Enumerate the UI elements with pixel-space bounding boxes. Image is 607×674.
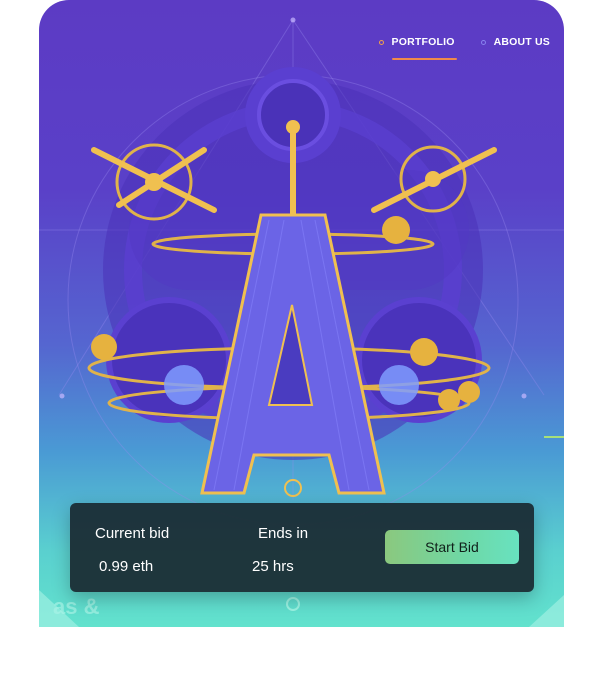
nav-dot-icon bbox=[378, 39, 384, 45]
nav-item-about-us[interactable]: ABOUT US bbox=[480, 36, 550, 48]
current-bid-label: Current bid bbox=[95, 525, 170, 542]
nav-label-portfolio: PORTFOLIO bbox=[391, 36, 455, 48]
footer-partial-text: as & bbox=[53, 594, 100, 619]
ends-in-label: Ends in bbox=[258, 525, 309, 542]
top-nav: PORTFOLIO ABOUT US bbox=[378, 36, 550, 60]
start-bid-button[interactable]: Start Bid bbox=[385, 530, 519, 564]
nav-item-portfolio[interactable]: PORTFOLIO bbox=[378, 36, 457, 60]
bid-panel: Current bid 0.99 eth Ends in 25 hrs Star… bbox=[70, 503, 534, 592]
ends-in-value: 25 hrs bbox=[252, 558, 294, 575]
nav-label-about-us: ABOUT US bbox=[493, 36, 550, 48]
current-bid-value: 0.99 eth bbox=[99, 558, 154, 575]
nav-dot-icon bbox=[480, 39, 486, 45]
